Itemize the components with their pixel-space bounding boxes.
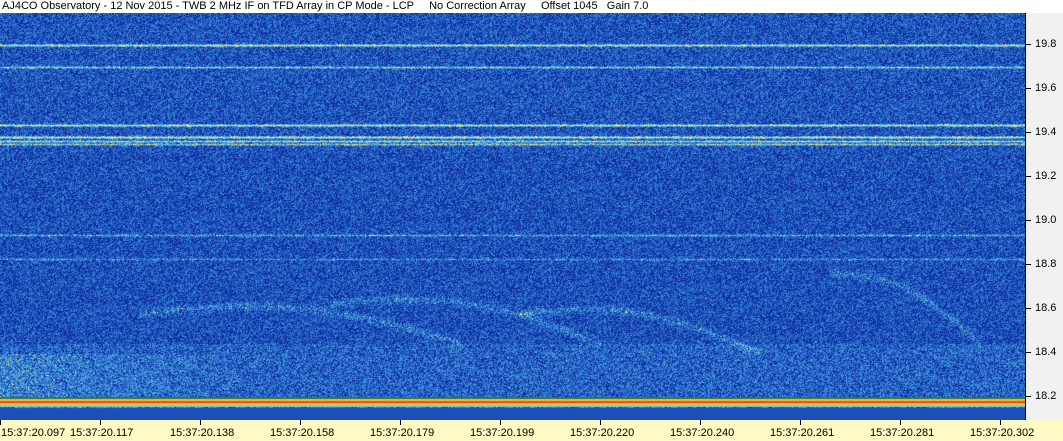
y-tick <box>1026 219 1031 221</box>
y-tick-label: 18.6 <box>1035 301 1057 314</box>
x-tick <box>900 420 901 425</box>
y-tick <box>1026 175 1031 177</box>
x-tick <box>300 420 301 425</box>
chart-title: AJ4CO Observatory - 12 Nov 2015 - TWB 2 … <box>0 0 1063 13</box>
y-tick-label: 18.2 <box>1035 389 1057 402</box>
y-tick <box>1026 395 1031 397</box>
y-tick-label: 18.4 <box>1035 345 1057 358</box>
x-tick <box>800 420 801 425</box>
spectrogram-canvas <box>0 13 1025 420</box>
y-tick <box>1026 87 1031 89</box>
time-axis: 15:37:20.097 15:37:20.117 15:37:20.138 15:3… <box>0 420 1063 441</box>
spectrogram-plot <box>0 13 1025 420</box>
y-tick-label: 19.6 <box>1035 81 1057 94</box>
y-tick-label: 18.8 <box>1035 257 1057 270</box>
x-tick <box>400 420 401 425</box>
x-tick-label: 15:37:20.281 <box>870 427 935 439</box>
x-tick-label: 15:37:20.158 <box>270 427 335 439</box>
y-tick-label: 19.0 <box>1035 213 1057 226</box>
x-tick <box>500 420 501 425</box>
x-tick <box>600 420 601 425</box>
x-tick-label: 15:37:20.261 <box>770 427 835 439</box>
x-tick-label: 15:37:20.302 <box>970 427 1035 439</box>
x-tick <box>1000 420 1001 425</box>
x-tick <box>700 420 701 425</box>
x-tick-label: 15:37:20.097 <box>1 427 66 439</box>
frequency-axis: 19.8 19.6 19.4 19.2 19.0 18.8 18.6 18.4 18.2 <box>1025 13 1063 420</box>
x-tick <box>200 420 201 425</box>
x-tick-label: 15:37:20.199 <box>470 427 535 439</box>
x-tick <box>100 420 101 425</box>
y-tick-label: 19.8 <box>1035 37 1057 50</box>
x-tick <box>0 420 1 425</box>
x-tick-label: 15:37:20.240 <box>670 427 735 439</box>
y-tick <box>1026 263 1031 265</box>
y-tick <box>1026 131 1031 133</box>
y-tick <box>1026 307 1031 309</box>
y-tick-label: 19.4 <box>1035 125 1057 138</box>
x-tick-label: 15:37:20.220 <box>570 427 635 439</box>
x-tick-label: 15:37:20.138 <box>170 427 235 439</box>
y-tick <box>1026 43 1031 45</box>
x-tick-label: 15:37:20.117 <box>70 427 134 439</box>
y-tick <box>1026 351 1031 353</box>
x-tick-label: 15:37:20.179 <box>370 427 435 439</box>
y-tick-label: 19.2 <box>1035 169 1057 182</box>
